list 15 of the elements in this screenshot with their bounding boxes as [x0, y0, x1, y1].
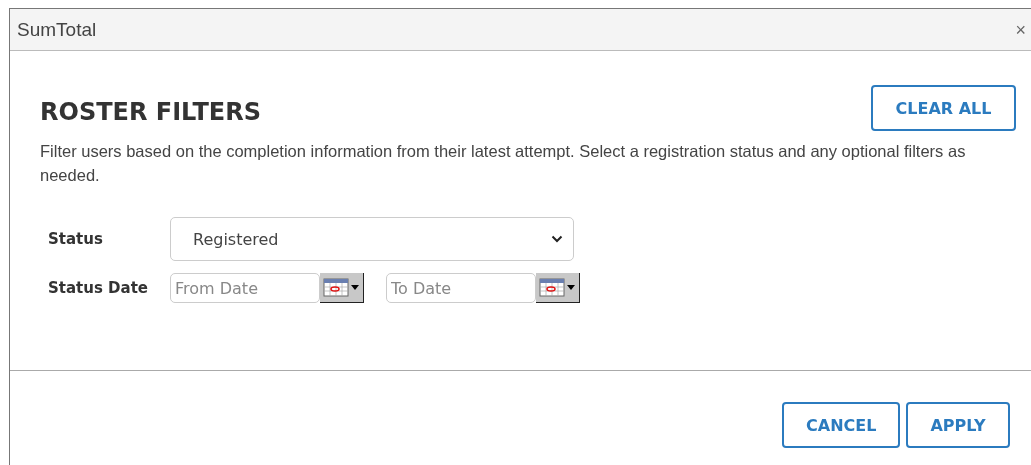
status-date-label: Status Date	[48, 279, 149, 297]
cancel-button[interactable]: CANCEL	[782, 402, 901, 448]
apply-button[interactable]: APPLY	[906, 402, 1010, 448]
close-button[interactable]: ×	[1015, 20, 1026, 39]
to-date-field[interactable]: To Date	[386, 273, 536, 303]
description-text: Filter users based on the completion information from their latest attempt. Select a registration status and any optional filters as needed.	[40, 141, 967, 186]
window-title: SumTotal	[17, 18, 97, 41]
from-date-field[interactable]: From Date	[170, 273, 320, 303]
chevron-icon	[551, 235, 563, 243]
status-label: Status	[48, 230, 104, 248]
calendar-button[interactable]	[320, 273, 364, 303]
dialog-heading: ROSTER FILTERS	[40, 97, 261, 126]
clear-all-button[interactable]: CLEAR ALL	[871, 85, 1016, 131]
status-dropdown[interactable]: Registered	[170, 217, 574, 261]
calendar-button[interactable]	[536, 273, 580, 303]
